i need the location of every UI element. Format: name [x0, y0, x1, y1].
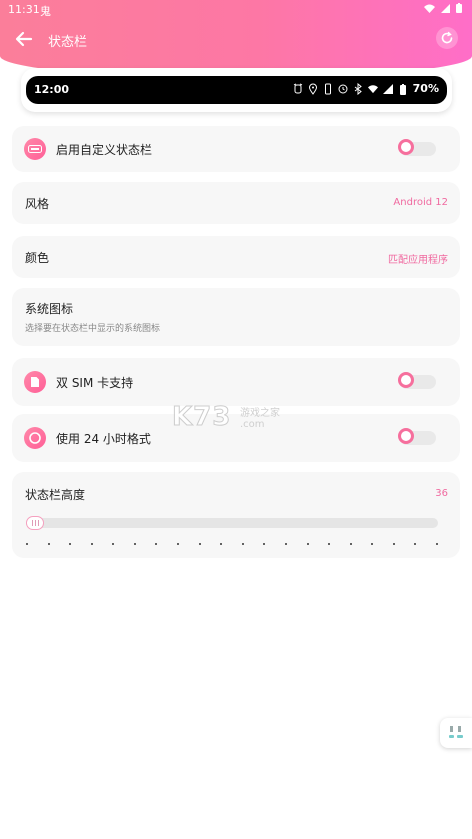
height-slider-ticks — [26, 543, 438, 545]
system-icons-label: 系统图标 — [25, 302, 74, 316]
height-value: 36 — [435, 488, 448, 499]
refresh-icon — [441, 31, 453, 44]
style-label: 风格 — [25, 197, 50, 211]
clock-icon — [338, 84, 348, 93]
statusbar-feature-icon — [24, 138, 46, 160]
watermark-subtitle: 游戏之家 — [240, 408, 280, 419]
system-icons-subtitle: 选择要在状态栏中显示的系统图标 — [25, 324, 161, 334]
setting-dual-sim[interactable]: 双 SIM 卡支持 — [12, 358, 460, 406]
slider-tick — [371, 543, 374, 545]
refresh-button[interactable] — [436, 27, 458, 49]
location-icon — [308, 83, 317, 95]
bluetooth-icon — [354, 82, 362, 95]
preview-battery-percent: 70% — [412, 82, 439, 95]
signal-icon — [382, 83, 393, 94]
dual-sim-toggle[interactable] — [398, 372, 436, 389]
slider-tick — [26, 543, 28, 545]
time-24h-toggle[interactable] — [398, 428, 436, 445]
time-24h-label: 使用 24 小时格式 — [56, 432, 151, 446]
phone-icon — [324, 83, 331, 94]
toggle-knob — [398, 139, 414, 155]
slider-tick — [241, 543, 244, 545]
setting-system-icons[interactable]: 系统图标 选择要在状态栏中显示的系统图标 — [12, 288, 460, 346]
system-status-bar: 11:31 鬼 — [0, 0, 472, 20]
page-title: 状态栏 — [48, 35, 88, 50]
statusbar-preview: 12:00 70% — [26, 76, 447, 104]
slider-tick — [47, 543, 50, 545]
slider-tick — [328, 543, 331, 545]
setting-statusbar-height: 状态栏高度 36 — [12, 472, 460, 558]
slider-tick — [392, 543, 395, 545]
preview-time: 12:00 — [34, 83, 70, 96]
battery-icon — [456, 3, 462, 13]
setting-color[interactable]: 颜色 匹配应用程序 — [12, 236, 460, 278]
color-label: 颜色 — [25, 251, 50, 265]
app-glyph: 鬼 — [40, 5, 51, 18]
floating-tools-button[interactable] — [440, 718, 472, 748]
custom-statusbar-label: 启用自定义状态栏 — [56, 143, 153, 157]
sim-card-icon — [24, 371, 46, 393]
slider-tick — [284, 543, 287, 545]
wifi-icon — [424, 4, 435, 13]
slider-tick — [349, 543, 352, 545]
slider-tick — [198, 543, 201, 545]
arrow-left-icon — [15, 31, 33, 47]
clock-circle-icon — [24, 427, 46, 449]
slider-tick — [263, 543, 266, 545]
height-label: 状态栏高度 — [25, 488, 86, 502]
slider-tick — [69, 543, 72, 545]
wifi-icon — [367, 84, 378, 93]
watermark-logo: K73 — [171, 402, 232, 433]
system-time: 11:31 — [8, 3, 40, 16]
slider-tick — [133, 543, 136, 545]
slider-tick — [414, 543, 417, 545]
height-slider[interactable] — [26, 516, 438, 530]
slider-tick — [155, 543, 158, 545]
color-value: 匹配应用程序 — [388, 255, 448, 266]
style-value: Android 12 — [393, 197, 448, 208]
setting-style[interactable]: 风格 Android 12 — [12, 182, 460, 224]
alarm-icon — [293, 83, 302, 93]
slider-tick — [90, 543, 93, 545]
back-button[interactable] — [14, 29, 34, 49]
toggle-knob — [398, 372, 414, 388]
signal-icon — [441, 3, 450, 13]
height-slider-thumb[interactable] — [26, 516, 44, 530]
slider-tick — [306, 543, 309, 545]
toggle-knob — [398, 428, 414, 444]
watermark-domain: .com — [240, 419, 265, 430]
custom-statusbar-toggle[interactable] — [398, 139, 436, 156]
slider-tick — [436, 543, 438, 545]
slider-tick — [112, 543, 115, 545]
battery-icon — [399, 83, 406, 95]
tools-icon — [449, 726, 463, 738]
slider-tick — [177, 543, 180, 545]
slider-tick — [220, 543, 223, 545]
statusbar-preview-card: 12:00 70% — [21, 68, 452, 112]
setting-24h-format[interactable]: 使用 24 小时格式 — [12, 414, 460, 462]
setting-custom-statusbar[interactable]: 启用自定义状态栏 — [12, 126, 460, 172]
dual-sim-label: 双 SIM 卡支持 — [56, 376, 134, 390]
